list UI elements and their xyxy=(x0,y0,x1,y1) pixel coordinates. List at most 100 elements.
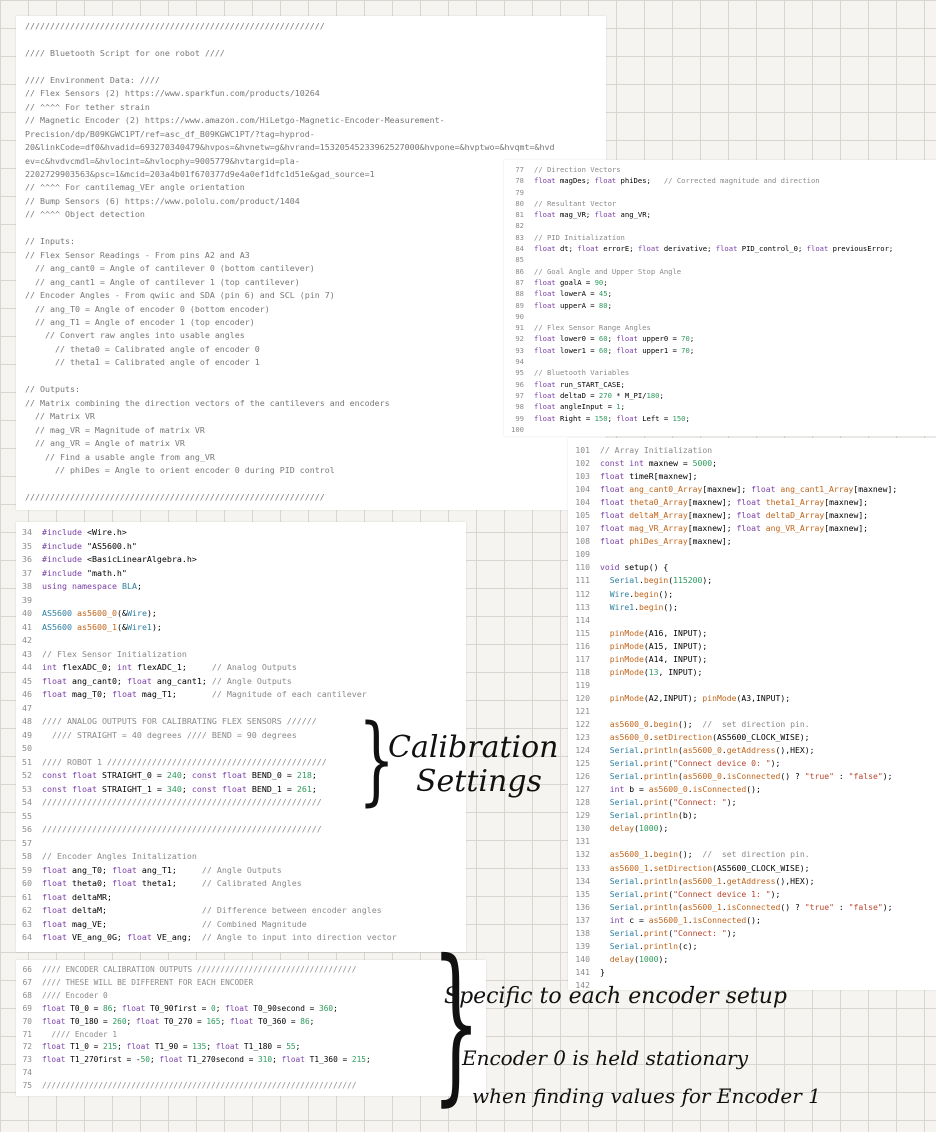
header-comment-line xyxy=(25,33,555,46)
code-text: float deltaMR; xyxy=(42,891,112,902)
code-text: //// STRAIGHT = 40 degrees //// BEND = 9… xyxy=(52,729,297,740)
code-line: 89 float upperA = 80; xyxy=(508,300,893,311)
header-comment-line: // ang_T0 = Angle of encoder 0 (bottom e… xyxy=(25,303,270,314)
code-text: #include "math.h" xyxy=(42,567,127,578)
code-line: 109 xyxy=(572,548,897,561)
code-text: // Encoder Angles Initalization xyxy=(42,851,197,861)
line-number: 79 xyxy=(515,187,524,197)
code-line: 137 int c = as5600_1.isConnected(); xyxy=(572,914,897,927)
line-number: 99 xyxy=(515,413,524,423)
line-number: 115 xyxy=(575,627,590,638)
header-comment-line: // Inputs: xyxy=(25,236,75,247)
line-number: 68 xyxy=(22,990,32,1000)
code-text: as5600_0.setDirection(AS5600_CLOCK_WISE)… xyxy=(609,732,810,743)
code-text: pinMode(A14, INPUT); xyxy=(609,653,708,664)
header-comment-line: // Bump Sensors (6) https://www.pololu.c… xyxy=(25,195,300,206)
header-comment-line: // ^^^^ For cantilemag_VEr angle orienta… xyxy=(25,182,245,193)
code-line: 69 float T0_0 = 86; float T0_90first = 0;… xyxy=(20,1003,371,1016)
line-number: 67 xyxy=(22,977,32,987)
code-line: 95 // Bluetooth Variables xyxy=(508,367,893,378)
code-text: using namespace BLA; xyxy=(42,581,142,591)
code-text: float theta0; float theta1; // Calibrate… xyxy=(42,878,302,888)
code-text: float Right = 150; float Left = 150; xyxy=(534,413,690,423)
code-text: pinMode(A16, INPUT); xyxy=(609,627,708,638)
line-number: 102 xyxy=(575,458,590,469)
code-line: 74 xyxy=(20,1067,371,1080)
code-line: 54 //////////////////////////////////////… xyxy=(20,796,397,810)
line-number: 125 xyxy=(575,758,590,769)
code-line: 117 pinMode(A14, INPUT); xyxy=(572,653,897,666)
header-comment-line: //// Bluetooth Script for one robot //// xyxy=(25,47,225,58)
code-line: 91 // Flex Sensor Range Angles xyxy=(508,322,893,333)
code-line: 111 Serial.begin(115200); xyxy=(572,574,897,587)
line-number: 137 xyxy=(575,914,590,925)
line-number: 46 xyxy=(22,689,32,699)
line-number: 83 xyxy=(515,232,524,242)
line-number: 98 xyxy=(515,402,524,412)
code-line: 112 Wire.begin(); xyxy=(572,588,897,601)
code-text: float mag_VR; float ang_VR; xyxy=(534,210,651,220)
code-text: as5600_0.begin(); // set direction pin. xyxy=(609,718,810,729)
code-line: 71 //// Encoder 1 xyxy=(20,1029,371,1042)
header-comment-line: // ang_T1 = Angle of encoder 1 (top enco… xyxy=(25,316,255,327)
code-text: float lower1 = 60; float upper1 = 70; xyxy=(534,345,695,355)
header-comment-line: // ang_VR = Angle of matrix VR xyxy=(25,438,185,449)
code-text: as5600_1.begin(); // set direction pin. xyxy=(609,849,810,860)
code-text: float mag_VR_Array[maxnew]; float ang_VR… xyxy=(600,523,869,534)
line-number: 126 xyxy=(575,771,590,782)
code-text: int b = as5600_0.isConnected(); xyxy=(609,784,761,795)
line-number: 130 xyxy=(575,823,590,834)
line-number: 42 xyxy=(22,635,32,645)
header-comment-line: // phiDes = Angle to orient encoder 0 du… xyxy=(25,464,335,475)
header-comment-line: // ang_cant0 = Angle of cantilever 0 (bo… xyxy=(25,263,315,274)
code-line: 127 int b = as5600_0.isConnected(); xyxy=(572,783,897,796)
code-line: 44 int flexADC_0; int flexADC_1; // Analo… xyxy=(20,661,397,675)
code-text: as5600_1.setDirection(AS5600_CLOCK_WISE)… xyxy=(609,862,810,873)
code-line: 141} xyxy=(572,966,897,979)
line-number: 41 xyxy=(22,621,32,632)
code-line: 60 float theta0; float theta1; // Calibra… xyxy=(20,877,397,891)
code-lines-setup: 101 // Array Initialization 102 const int m… xyxy=(572,444,897,990)
code-line: 100 xyxy=(508,424,893,435)
code-text: pinMode(13, INPUT); xyxy=(609,666,703,677)
code-text: ////////////////////////////////////////… xyxy=(42,824,322,834)
code-line: 138 Serial.print("Connect: "); xyxy=(572,927,897,940)
code-text: //// ANALOG OUTPUTS FOR CALIBRATING FLEX… xyxy=(42,716,317,726)
code-line: 37 #include "math.h" xyxy=(20,567,397,581)
code-line: 82 xyxy=(508,220,893,231)
line-number: 100 xyxy=(511,424,524,434)
line-number: 44 xyxy=(22,662,32,672)
code-line: 81 float mag_VR; float ang_VR; xyxy=(508,209,893,220)
code-line: 125 Serial.print("Connect device 0: "); xyxy=(572,757,897,770)
header-comment-line xyxy=(25,222,555,235)
code-text: delay(1000); xyxy=(609,823,669,834)
code-line: 123 as5600_0.setDirection(AS5600_CLOCK_W… xyxy=(572,731,897,744)
code-text: Serial.println(b); xyxy=(609,810,698,821)
line-number: 94 xyxy=(515,357,524,367)
line-number: 62 xyxy=(22,905,32,915)
header-comment-line: // Magnetic Encoder (2) https://www.amaz… xyxy=(25,115,445,126)
code-line: 84 float dt; float errorE; float derivati… xyxy=(508,243,893,254)
header-comment-line: Precision/dp/B09KGWC1PT/ref=asc_df_B09KG… xyxy=(25,128,315,139)
line-number: 35 xyxy=(22,540,32,551)
code-text: // PID Initialization xyxy=(534,232,625,242)
line-number: 40 xyxy=(22,608,32,618)
code-line: 119 xyxy=(572,679,897,692)
line-number: 128 xyxy=(575,797,590,808)
header-comment-line: // mag_VR = Magnitude of matrix VR xyxy=(25,424,205,435)
code-line: 96 float run_START_CASE; xyxy=(508,379,893,390)
code-line: 94 xyxy=(508,356,893,367)
code-text: float run_START_CASE; xyxy=(534,379,625,389)
code-line: 75 //////////////////////////////////////… xyxy=(20,1080,371,1093)
code-line: 63 float mag_VE; // Combined Magnitude xyxy=(20,918,397,932)
line-number: 82 xyxy=(515,221,524,231)
line-number: 73 xyxy=(22,1055,32,1065)
code-line: 68 //// Encoder 0 xyxy=(20,990,371,1003)
line-number: 86 xyxy=(515,266,524,276)
code-text: float deltaD = 270 * M_PI/180; xyxy=(534,390,664,400)
